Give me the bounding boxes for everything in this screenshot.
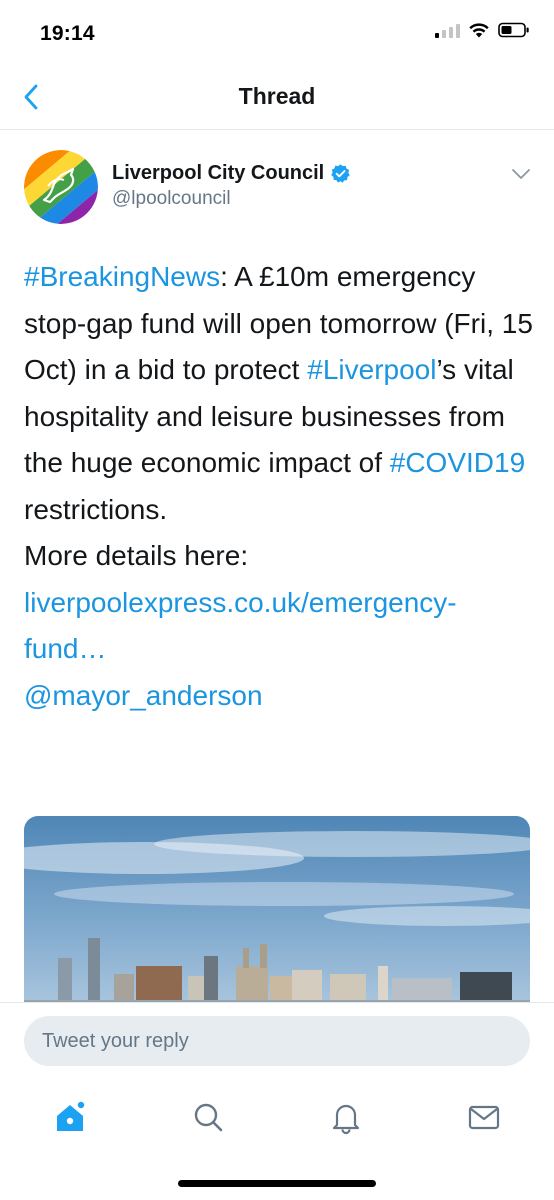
hashtag-link[interactable]: #BreakingNews <box>24 261 220 292</box>
reply-input[interactable]: Tweet your reply <box>24 1016 530 1066</box>
tweet-menu-button[interactable] <box>508 164 534 184</box>
home-indicator <box>178 1180 376 1187</box>
bell-icon <box>332 1104 360 1135</box>
tab-notifications[interactable] <box>316 1094 376 1140</box>
author-name[interactable]: Liverpool City Council <box>112 162 351 185</box>
tweet-body: #BreakingNews: A £10m emergency stop-gap… <box>24 254 538 533</box>
wifi-icon <box>469 23 489 38</box>
status-icons <box>435 22 530 38</box>
status-time: 19:14 <box>40 22 95 45</box>
tweet-text-segment: restrictions. <box>24 493 168 525</box>
chevron-down-icon <box>512 169 530 179</box>
author-handle: @lpoolcouncil <box>112 188 231 209</box>
search-icon <box>194 1103 223 1132</box>
nav-bar: Thread <box>0 64 554 130</box>
battery-icon <box>498 22 529 38</box>
more-details-label: More details here: <box>24 540 249 571</box>
liverpool-skyline-image <box>24 816 530 1002</box>
avatar[interactable] <box>24 150 98 224</box>
signal-icon <box>435 22 460 38</box>
tweet-text: #BreakingNews: A £10m emergency stop-gap… <box>24 254 538 719</box>
tweet-image[interactable] <box>24 816 530 1002</box>
tab-home[interactable] <box>40 1094 100 1140</box>
liverbird-logo-icon <box>24 150 98 224</box>
tab-messages[interactable] <box>454 1094 514 1140</box>
tab-search[interactable] <box>178 1094 238 1140</box>
status-bar: 19:14 <box>0 0 554 64</box>
page-title: Thread <box>238 83 316 109</box>
mail-icon <box>468 1105 500 1130</box>
mention-link[interactable]: @mayor_anderson <box>24 673 538 720</box>
hashtag-link[interactable]: #COVID19 <box>390 447 525 478</box>
tweet-url-link[interactable]: liverpoolexpress.co.uk/emergency-fund… <box>24 580 538 673</box>
reply-bar: Tweet your reply <box>0 1002 554 1080</box>
verified-badge-icon <box>331 164 350 183</box>
tweet: Liverpool City Council @lpoolcouncil #Br… <box>0 130 554 1002</box>
home-icon <box>57 1100 86 1131</box>
hashtag-link[interactable]: #Liverpool <box>307 354 436 385</box>
author-name-label: Liverpool City Council <box>112 162 325 184</box>
